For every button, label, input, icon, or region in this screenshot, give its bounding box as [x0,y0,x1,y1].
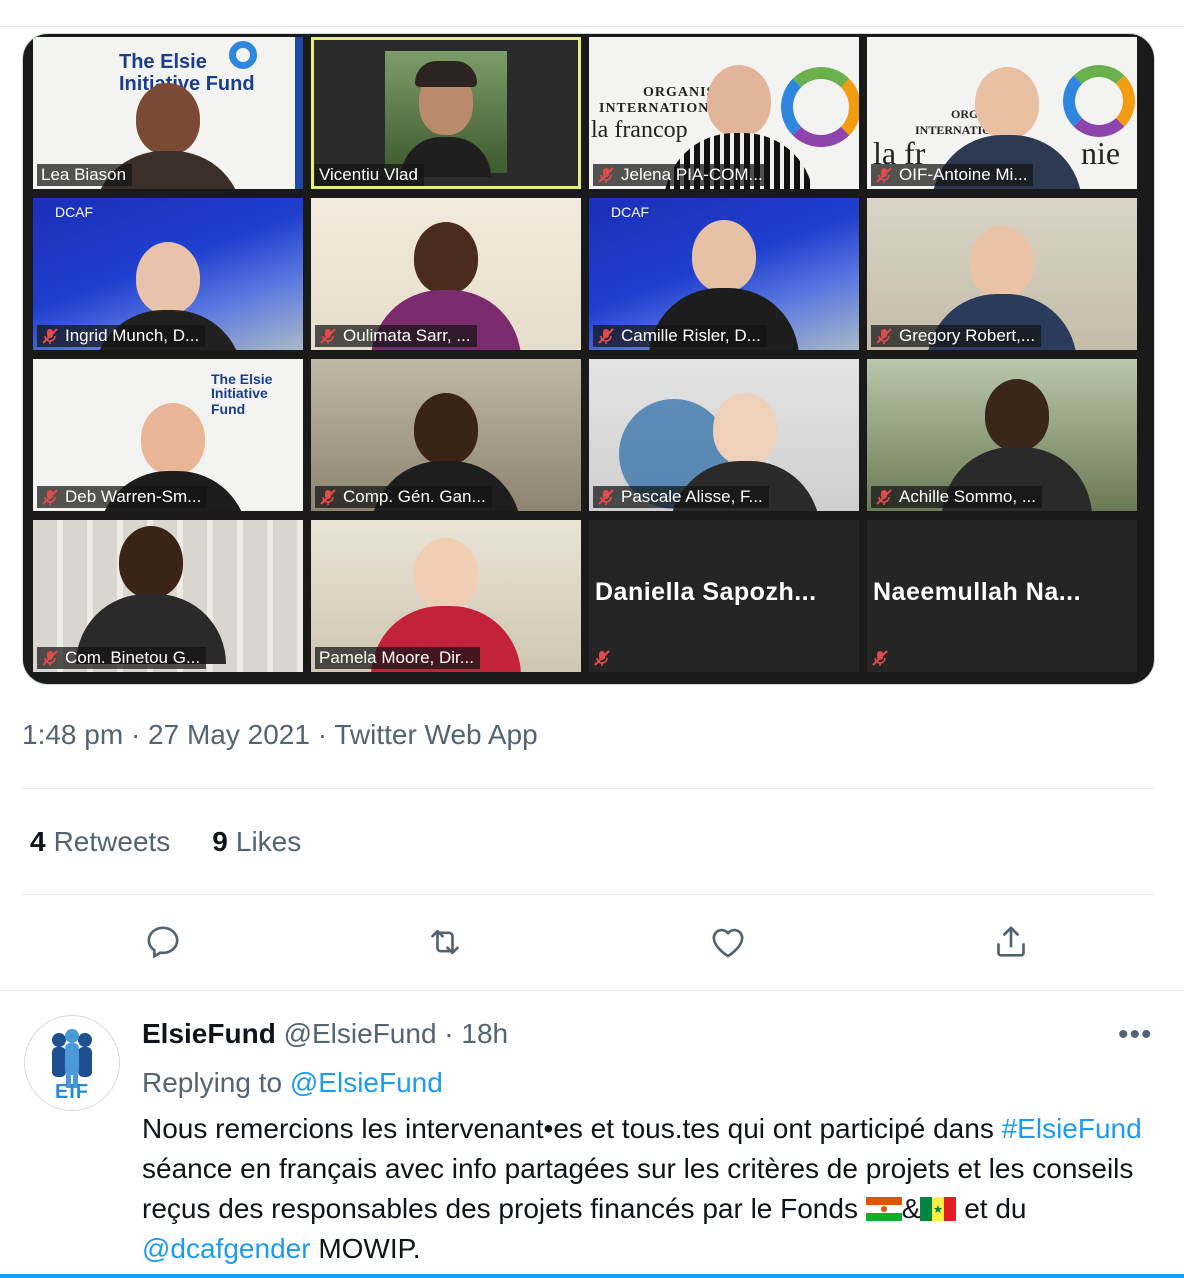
niger-flag-icon [865,1197,902,1221]
participant-name: Com. Binetou G... [37,647,207,669]
retweet-icon [431,929,459,955]
muted-microphone-icon [598,489,614,505]
participant-tile: DCAF Camille Risler, D... [589,198,859,350]
bottom-accent-bar [0,1274,1184,1278]
retweets-label: Retweets [53,826,171,857]
participant-video [76,526,226,664]
retweets-count: 4 [30,826,46,857]
more-options-button[interactable]: ••• [1118,1020,1153,1050]
participant-tile: ORGA INTERNATIO la fr nie OIF-Antoine Mi… [867,37,1137,189]
avatar-label: EIF [54,1081,90,1103]
participant-tile: Achille Sommo, ... [867,359,1137,511]
tweet-media-image[interactable]: The Elsie Initiative Fund Lea Biason Vic… [22,33,1155,685]
replying-to-link[interactable]: @ElsieFund [290,1067,443,1098]
participant-name: Oulimata Sarr, ... [315,325,477,347]
share-icon [997,926,1025,957]
elsie-logo-text: The Elsie [119,51,207,73]
tweet-timestamp[interactable]: 1:48 pm · 27 May 2021 · Twitter Web App [22,719,538,751]
participant-tile: Com. Binetou G... [33,520,303,672]
muted-microphone-icon [42,650,58,666]
likes-label: Likes [235,826,302,857]
tweet-stats: 4 Retweets 9 Likes [30,826,301,858]
retweets-link[interactable]: 4 Retweets [30,826,170,858]
reply-icon [147,926,179,959]
top-divider [0,26,1184,27]
participant-name: OIF-Antoine Mi... [871,164,1034,186]
participant-tile-video-off: Naeemullah Na... [867,520,1137,672]
participant-tile: Pascale Alisse, F... [589,359,859,511]
video-call-grid: The Elsie Initiative Fund Lea Biason Vic… [33,37,1144,677]
participant-tile: The Elsie Initiative Fund Lea Biason [33,37,303,189]
participant-name: Comp. Gén. Gan... [315,486,492,508]
participant-tile: The Elsie Initiative Fund Deb Warren-Sm.… [33,359,303,511]
participant-tile: Pamela Moore, Dir... [311,520,581,672]
participant-tile: Gregory Robert,... [867,198,1137,350]
participant-video [385,51,507,177]
participant-name: Camille Risler, D... [593,325,767,347]
likes-link[interactable]: 9 Likes [212,826,301,858]
muted-microphone-icon [42,328,58,344]
mention-link[interactable]: @dcafgender [142,1233,311,1264]
participant-name: Lea Biason [37,164,133,186]
retweet-button[interactable] [423,920,467,964]
participant-name: Ingrid Munch, D... [37,325,206,347]
like-button[interactable] [706,920,750,964]
muted-microphone-icon [320,328,336,344]
senegal-flag-icon [920,1197,957,1221]
muted-microphone-icon [598,328,614,344]
muted-microphone-icon [42,489,58,505]
reply-text: Nous remercions les intervenant•es et to… [142,1113,1142,1264]
participant-tile: DCAF Ingrid Munch, D... [33,198,303,350]
participant-name: Gregory Robert,... [871,325,1042,347]
participant-name: Pascale Alisse, F... [593,486,769,508]
heart-icon [712,928,744,958]
participant-name: Daniella Sapozh... [595,578,817,606]
muted-microphone-icon [872,650,888,666]
muted-microphone-icon [876,167,892,183]
muted-microphone-icon [594,650,610,666]
participant-tile: Oulimata Sarr, ... [311,198,581,350]
divider [22,894,1154,895]
participant-tile-video-off: Daniella Sapozh... [589,520,859,672]
reply-time[interactable]: · 18h [444,1018,508,1049]
participant-name: Jelena PIA-COM... [593,164,769,186]
participant-tile-active-speaker: Vicentiu Vlad [311,37,581,189]
muted-microphone-icon [598,167,614,183]
divider [0,990,1184,991]
likes-count: 9 [212,826,228,857]
participant-name: Deb Warren-Sm... [37,486,208,508]
reply-display-name[interactable]: ElsieFund [142,1018,276,1049]
participant-tile: ORGANISA INTERNATIONAL la francop Jelena… [589,37,859,189]
participant-tile: Comp. Gén. Gan... [311,359,581,511]
hashtag-link[interactable]: #ElsieFund [1002,1113,1142,1144]
participant-name: Pamela Moore, Dir... [315,647,480,669]
participant-name: Achille Sommo, ... [871,486,1042,508]
reply-header: ElsieFund @ElsieFund · 18h [142,1018,508,1050]
reply-button[interactable] [141,920,185,964]
muted-microphone-icon [876,328,892,344]
tweet-actions [0,920,1184,966]
reply-handle[interactable]: @ElsieFund [284,1018,437,1049]
avatar[interactable]: EIF [24,1015,120,1111]
divider [22,788,1154,789]
share-button[interactable] [989,920,1033,964]
participant-name: Vicentiu Vlad [315,164,424,186]
replying-to-label: Replying to [142,1067,283,1098]
muted-microphone-icon [876,489,892,505]
replying-to: Replying to @ElsieFund [142,1067,443,1099]
un-logo-icon [229,41,257,69]
participant-name: Naeemullah Na... [873,578,1082,606]
muted-microphone-icon [320,489,336,505]
